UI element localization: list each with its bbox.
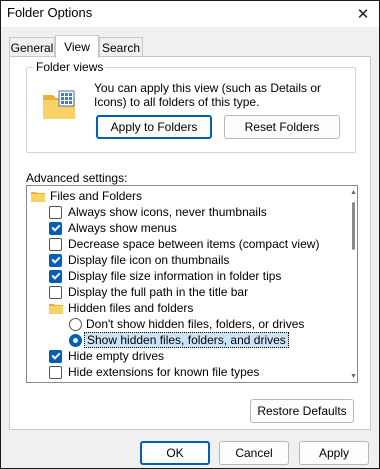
- option-label: Don't show hidden files, folders, or dri…: [86, 317, 305, 331]
- option-label: Display the full path in the title bar: [68, 285, 249, 299]
- vertical-scrollbar[interactable]: ▲ ▼: [349, 186, 357, 382]
- folder-views-description: You can apply this view (such as Details…: [94, 81, 322, 109]
- scroll-up-icon[interactable]: ▲: [349, 188, 357, 197]
- tab-view[interactable]: View: [55, 35, 99, 58]
- option-always-show-icons[interactable]: Always show icons, never thumbnails: [49, 204, 267, 220]
- checkbox[interactable]: [49, 205, 62, 219]
- option-label: Display file size information in folder …: [68, 269, 282, 283]
- option-dont-show-hidden[interactable]: Don't show hidden files, folders, or dri…: [69, 316, 304, 332]
- tree-folder-hidden-files: Hidden files and folders: [49, 300, 193, 316]
- tree-item-label: Files and Folders: [50, 189, 143, 203]
- folder-icon: [49, 303, 63, 314]
- scroll-down-icon[interactable]: ▼: [349, 372, 357, 381]
- scroll-thumb[interactable]: [352, 202, 355, 250]
- radio-button[interactable]: [69, 317, 82, 331]
- tree-item-label: Hidden files and folders: [68, 301, 194, 315]
- advanced-settings-tree[interactable]: Files and Folders Always show icons, nev…: [26, 185, 358, 383]
- reset-folders-button[interactable]: Reset Folders: [224, 115, 340, 139]
- ok-button[interactable]: OK: [140, 441, 210, 465]
- tab-label: General: [10, 40, 54, 55]
- apply-to-folders-button[interactable]: Apply to Folders: [96, 115, 212, 139]
- option-label: Always show menus: [68, 221, 177, 235]
- option-hide-extensions[interactable]: Hide extensions for known file types: [49, 364, 259, 380]
- advanced-settings-label: Advanced settings:: [26, 171, 128, 185]
- folder-views-label: Folder views: [34, 60, 106, 74]
- radio-button[interactable]: [69, 333, 82, 347]
- folder-grid-icon: [43, 90, 75, 119]
- checkbox[interactable]: [49, 349, 62, 363]
- checkbox[interactable]: [49, 285, 62, 299]
- option-label: Display file icon on thumbnails: [68, 253, 230, 267]
- option-show-hidden[interactable]: Show hidden files, folders, and drives: [69, 332, 289, 348]
- option-always-show-menus[interactable]: Always show menus: [49, 220, 177, 236]
- option-label: Always show icons, never thumbnails: [68, 205, 267, 219]
- checkbox[interactable]: [49, 365, 62, 379]
- folder-options-dialog: Folder Options ✕ General View Search Fol…: [0, 0, 380, 469]
- close-button[interactable]: ✕: [347, 1, 379, 27]
- tab-label: View: [64, 40, 90, 54]
- window-title: Folder Options: [7, 5, 93, 20]
- option-hide-empty-drives[interactable]: Hide empty drives: [49, 348, 164, 364]
- option-label: Hide empty drives: [68, 349, 165, 363]
- option-display-full-path[interactable]: Display the full path in the title bar: [49, 284, 248, 300]
- checkbox[interactable]: [49, 221, 62, 235]
- apply-button[interactable]: Apply: [299, 441, 369, 465]
- tab-general[interactable]: General: [9, 37, 55, 57]
- option-label: Hide extensions for known file types: [68, 365, 260, 379]
- restore-defaults-button[interactable]: Restore Defaults: [250, 399, 354, 423]
- close-icon: ✕: [356, 6, 370, 23]
- tab-strip: General View Search: [1, 35, 379, 58]
- tab-search[interactable]: Search: [99, 37, 143, 57]
- view-tab-panel: Folder views You can apply this view (su…: [9, 56, 371, 430]
- tree-folder-files-and-folders: Files and Folders: [31, 188, 142, 204]
- tab-label: Search: [101, 40, 141, 55]
- option-display-file-icon[interactable]: Display file icon on thumbnails: [49, 252, 229, 268]
- cancel-button[interactable]: Cancel: [219, 441, 289, 465]
- option-label: Show hidden files, folders, and drives: [84, 332, 289, 348]
- title-bar: Folder Options ✕: [1, 1, 379, 27]
- checkbox[interactable]: [49, 253, 62, 267]
- option-decrease-space[interactable]: Decrease space between items (compact vi…: [49, 236, 319, 252]
- option-display-file-size[interactable]: Display file size information in folder …: [49, 268, 281, 284]
- checkbox[interactable]: [49, 269, 62, 283]
- checkbox[interactable]: [49, 237, 62, 251]
- folder-icon: [31, 191, 45, 202]
- option-label: Decrease space between items (compact vi…: [68, 237, 320, 251]
